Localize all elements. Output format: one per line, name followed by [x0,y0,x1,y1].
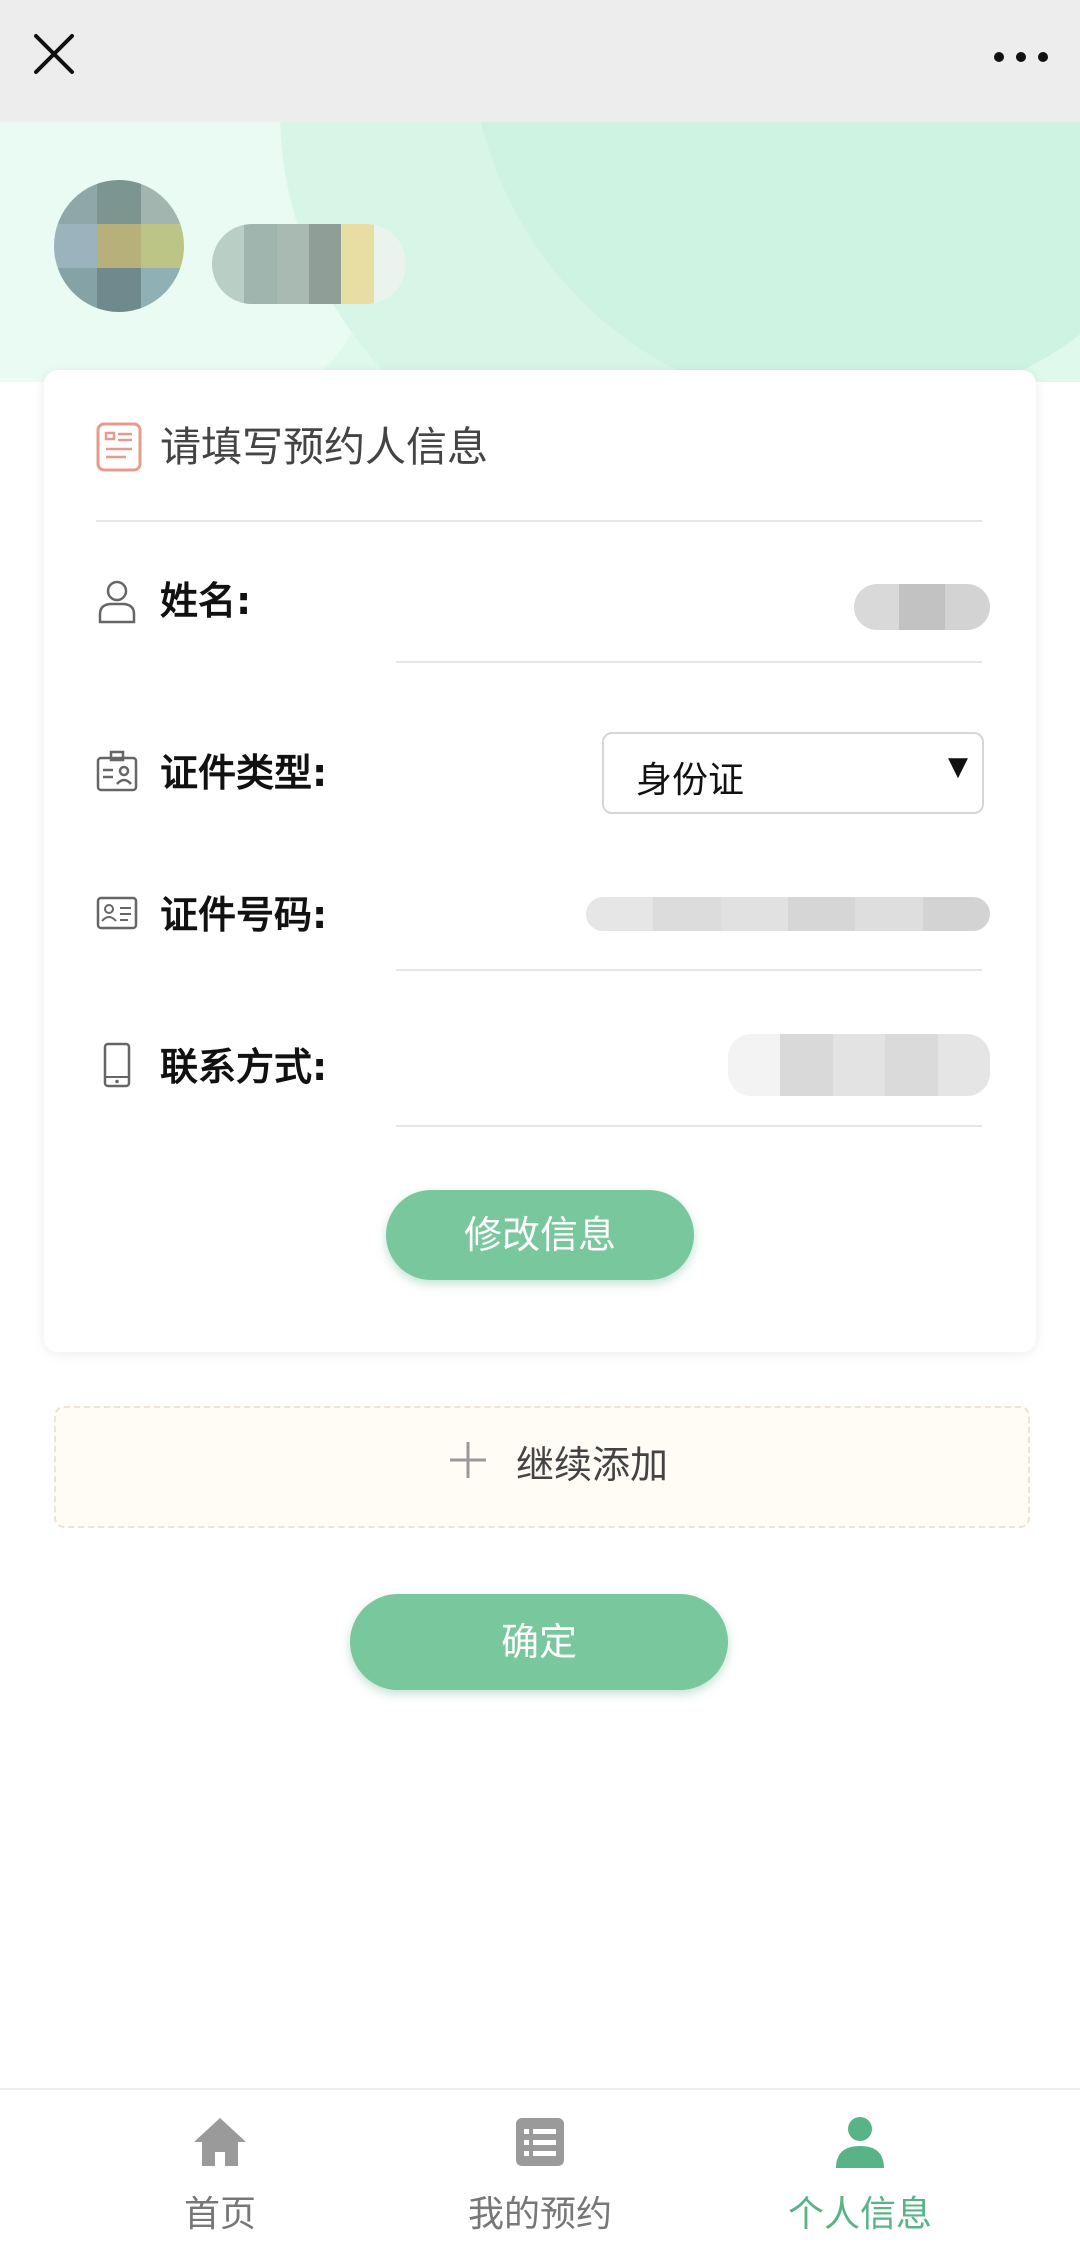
confirm-button[interactable]: 确定 [350,1594,728,1690]
id-type-selected: 身份证 [636,760,745,801]
tab-personal-info[interactable]: 个人信息 [680,2090,1040,2257]
divider [96,520,982,522]
plus-icon [450,1442,486,1478]
bottom-nav: 首页 我的预约 个人信息 [0,2088,1080,2257]
modify-info-button[interactable]: 修改信息 [386,1190,694,1280]
card-title: 请填写预约人信息 [160,423,488,471]
id-type-select[interactable]: 身份证 ▼ [602,732,984,814]
id-number-underline [396,969,982,971]
card-icon [96,896,138,930]
contact-value-redacted[interactable] [728,1034,990,1096]
id-type-label: 证件类型: [160,751,328,795]
person-icon [98,580,136,624]
nickname-redacted [212,224,406,304]
appointment-form-card: 请填写预约人信息 姓名: 证件类型: 身份证 ▼ 证件号码: 联系方式: 修改信… [44,370,1036,1352]
contact-underline [396,1125,982,1127]
name-value-redacted[interactable] [854,584,990,630]
chevron-down-icon: ▼ [948,752,968,782]
id-number-value-redacted[interactable] [586,897,990,931]
tab-home-label: 首页 [183,2194,256,2235]
tab-my-appointments-label: 我的预约 [467,2194,612,2235]
user-icon [836,2117,884,2168]
tab-home[interactable]: 首页 [40,2090,400,2257]
close-icon[interactable] [28,28,80,80]
contact-label: 联系方式: [160,1045,328,1089]
more-dots-icon[interactable] [990,34,1052,80]
tab-my-appointments[interactable]: 我的预约 [360,2090,720,2257]
phone-icon [103,1042,131,1088]
add-more-button[interactable]: 继续添加 [54,1406,1030,1528]
home-icon [194,2118,246,2166]
add-more-label: 继续添加 [516,1443,669,1487]
id-number-label: 证件号码: [160,893,328,937]
tab-personal-info-label: 个人信息 [787,2194,932,2235]
name-label: 姓名: [160,579,252,623]
top-bar [0,0,1080,122]
id-card-icon [96,750,138,792]
avatar[interactable] [54,180,184,312]
form-icon [96,422,142,472]
list-icon [516,2118,564,2166]
name-underline [396,661,982,663]
